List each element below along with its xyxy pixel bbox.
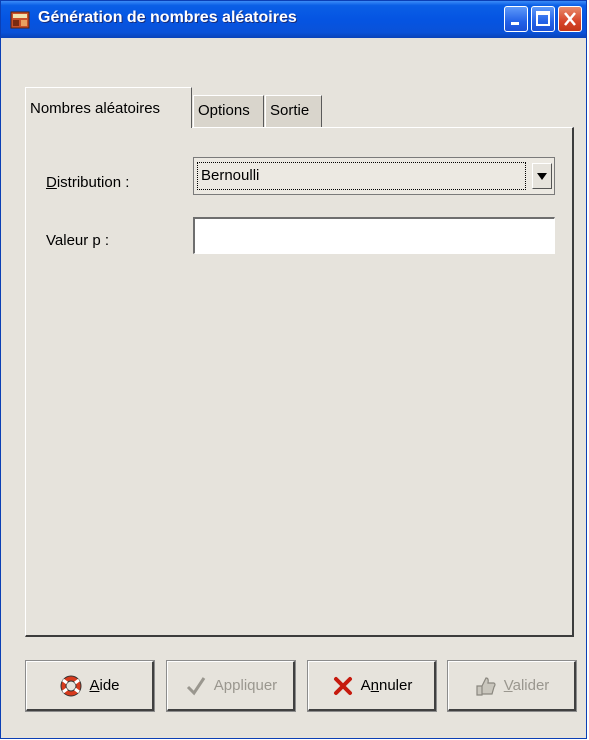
maximize-button[interactable]: [531, 6, 555, 32]
cancel-rest: nuler: [379, 677, 413, 694]
ok-button[interactable]: Valider: [447, 660, 577, 712]
distribution-selected-value: Bernoulli: [197, 162, 526, 190]
chevron-down-icon: [537, 173, 547, 180]
distribution-select[interactable]: Bernoulli: [193, 157, 555, 195]
window-title: Génération de nombres aléatoires: [38, 9, 297, 26]
tab-nombres-aleatoires[interactable]: Nombres aléatoires: [25, 87, 192, 128]
p-value-label: Valeur p :: [46, 232, 110, 249]
p-value-input[interactable]: [193, 217, 555, 254]
help-button[interactable]: Aide: [25, 660, 155, 712]
distribution-label-mnemonic: D: [46, 174, 57, 191]
minimize-icon: [511, 22, 519, 25]
title-bar[interactable]: Génération de nombres aléatoires: [1, 1, 586, 38]
red-x-icon: [333, 676, 352, 695]
cancel-button[interactable]: Annuler: [307, 660, 437, 712]
dialog-window: Génération de nombres aléatoires Nombres…: [0, 0, 587, 739]
help-mnemonic: A: [89, 677, 100, 694]
cancel-button-label: Annuler: [361, 677, 413, 694]
ok-rest: alider: [512, 677, 550, 694]
lifebuoy-icon: [60, 675, 82, 696]
tab-panel: Distribution : Bernoulli Valeur p :: [25, 127, 574, 637]
distribution-label: Distribution :: [46, 174, 129, 191]
dropdown-button[interactable]: [532, 163, 552, 189]
help-rest: ide: [99, 677, 120, 694]
apply-button[interactable]: Appliquer: [166, 660, 296, 712]
checkmark-icon: [186, 676, 206, 695]
maximize-icon: [536, 11, 550, 26]
cancel-pre: A: [360, 677, 371, 694]
close-icon: [564, 12, 576, 26]
tab-sortie[interactable]: Sortie: [265, 95, 322, 127]
help-button-label: Aide: [89, 677, 119, 694]
app-icon: [10, 11, 30, 29]
ok-mnemonic: V: [503, 677, 513, 694]
ok-button-label: Valider: [504, 677, 550, 694]
tab-options[interactable]: Options: [193, 95, 264, 127]
cancel-mnemonic: n: [370, 677, 379, 694]
apply-button-label: Appliquer: [213, 677, 278, 694]
distribution-label-rest: istribution :: [56, 174, 130, 191]
close-button[interactable]: [558, 6, 582, 32]
thumbs-up-icon: [476, 676, 496, 696]
minimize-button[interactable]: [504, 6, 528, 32]
